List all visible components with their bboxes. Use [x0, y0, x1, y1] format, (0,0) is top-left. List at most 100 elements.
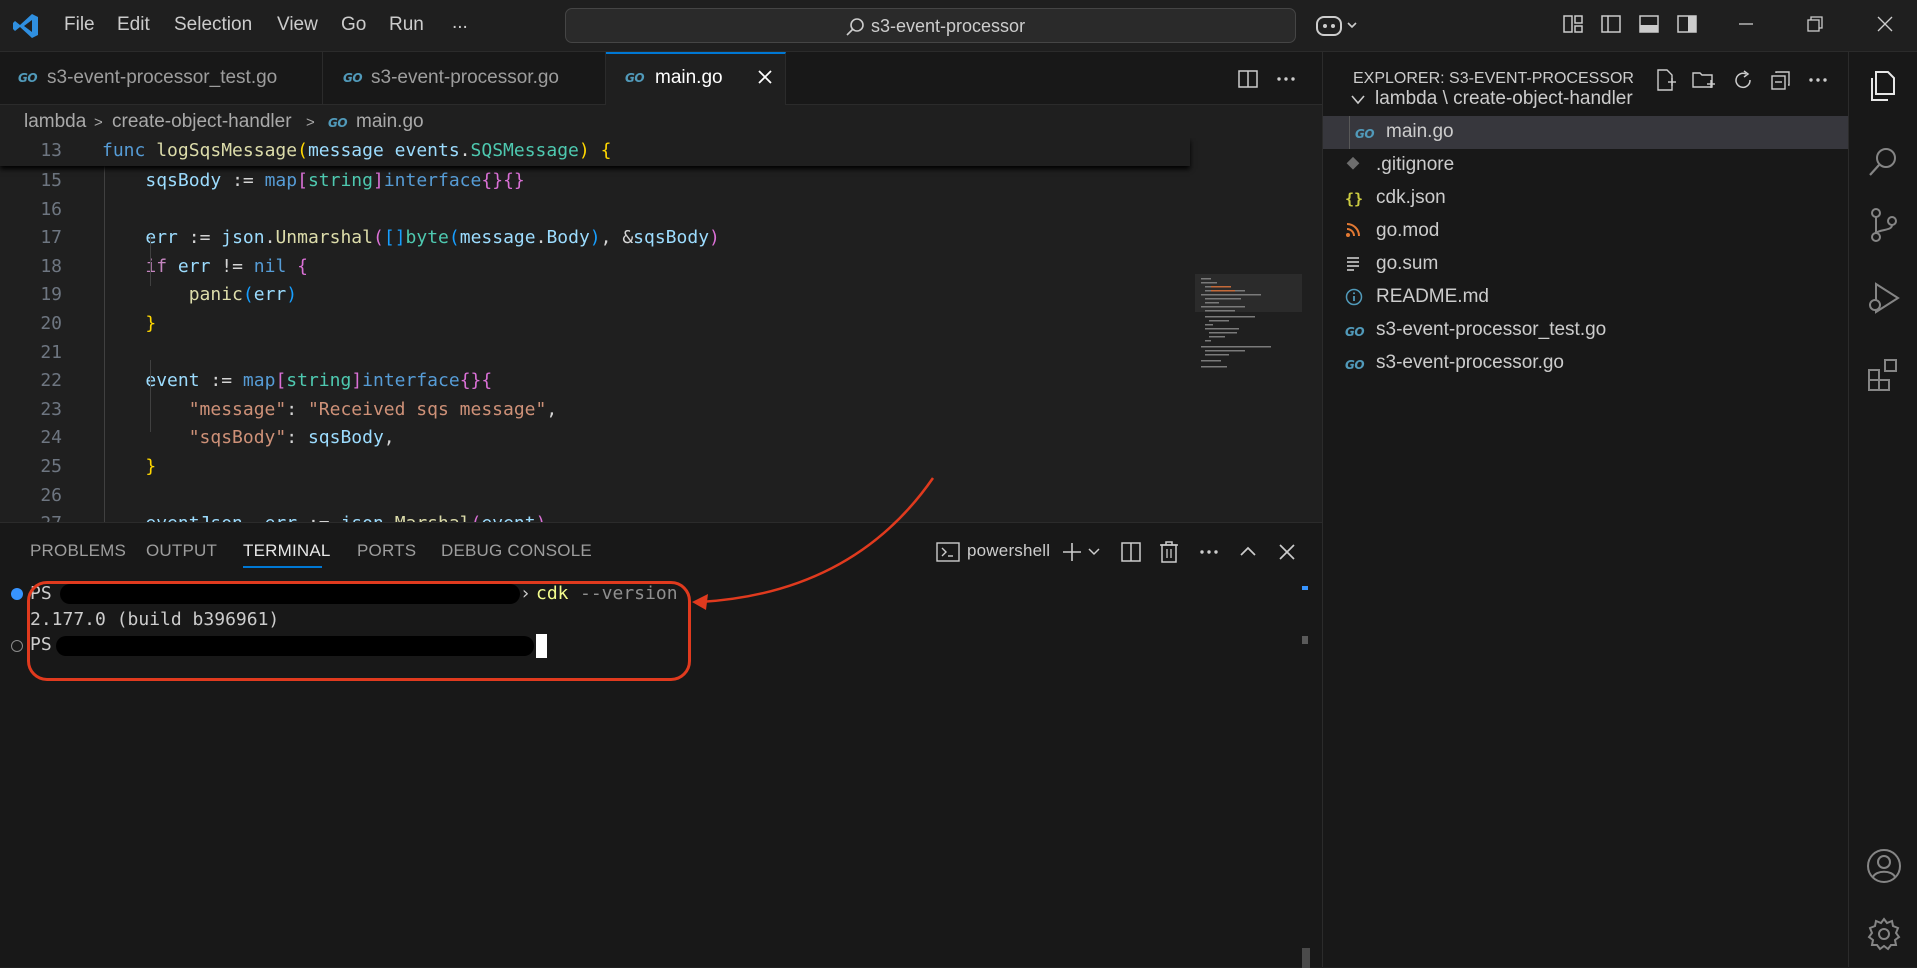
file-label: go.mod	[1376, 220, 1440, 241]
tab-s3-event-processor[interactable]: GO s3-event-processor.go	[323, 52, 606, 105]
chevron-right-icon: >	[94, 114, 103, 131]
code-line[interactable]: 15 sqsBody := map[string]interface{}{}	[0, 170, 1190, 198]
rss-icon	[1345, 222, 1361, 238]
breadcrumb-create-object-handler[interactable]: create-object-handler	[112, 111, 292, 133]
line-number: 27	[0, 513, 62, 522]
go-file-icon: GO	[18, 71, 38, 85]
menu-run[interactable]: Run	[389, 14, 424, 36]
code-text: panic(err)	[188, 284, 298, 306]
file-item[interactable]: go.mod	[1323, 215, 1849, 248]
restore-icon[interactable]	[1803, 12, 1831, 40]
panel-tab-terminal[interactable]: TERMINAL	[243, 541, 331, 561]
minimap[interactable]	[1195, 274, 1302, 374]
file-label: main.go	[1386, 121, 1454, 142]
more-actions-icon[interactable]	[1197, 541, 1221, 563]
panel-tab-output[interactable]: OUTPUT	[146, 541, 217, 561]
chevron-down-icon[interactable]	[1087, 545, 1101, 559]
file-item[interactable]: GO s3-event-processor_test.go	[1323, 314, 1849, 347]
menu-more[interactable]: ...	[452, 12, 468, 34]
code-line[interactable]: 22 event := map[string]interface{}{	[0, 370, 1190, 398]
vscode-logo-icon	[12, 12, 40, 40]
code-line[interactable]: 16	[0, 199, 1190, 227]
line-number: 21	[40, 341, 62, 363]
new-terminal-icon[interactable]	[1060, 540, 1084, 564]
json-icon: {}	[1345, 190, 1364, 208]
line-number: 20	[40, 313, 62, 334]
file-label: s3-event-processor.go	[1376, 352, 1564, 373]
toggle-panel-icon[interactable]	[1637, 12, 1665, 40]
maximize-panel-icon[interactable]	[1238, 542, 1258, 562]
folder-lambda-create-object-handler[interactable]: lambda \ create-object-handler	[1323, 83, 1849, 116]
menu-edit[interactable]: Edit	[117, 14, 150, 36]
code-line[interactable]: 17 err := json.Unmarshal([]byte(message.…	[0, 227, 1190, 255]
accounts-icon[interactable]	[1866, 848, 1902, 884]
line-number: 19	[40, 284, 62, 306]
manage-gear-icon[interactable]	[1866, 916, 1902, 952]
code-line[interactable]: 20 }	[0, 313, 1190, 341]
file-item[interactable]: README.md	[1323, 281, 1849, 314]
code-text: sqsBody := map[string]interface{}{}	[145, 170, 525, 191]
code-text: if err != nil {	[145, 255, 308, 277]
toggle-primary-sidebar-icon[interactable]	[1599, 12, 1627, 40]
tab-main-go[interactable]: GO main.go	[606, 52, 786, 105]
code-line[interactable]: 19 panic(err)	[0, 284, 1190, 312]
go-file-icon: GO	[343, 71, 363, 85]
code-line[interactable]: 21	[0, 342, 1190, 370]
code-line[interactable]: 18 if err != nil {	[0, 256, 1190, 284]
editor-tab-bar: GO s3-event-processor_test.go GO s3-even…	[0, 52, 1322, 105]
menu-view[interactable]: View	[277, 14, 318, 36]
close-tab-icon[interactable]	[756, 68, 774, 86]
explorer-icon[interactable]	[1866, 68, 1902, 104]
customize-layout-icon[interactable]	[1561, 12, 1589, 40]
split-editor-icon[interactable]	[1236, 67, 1260, 91]
file-item[interactable]: .gitignore	[1323, 149, 1849, 182]
code-line[interactable]: 25 }	[0, 456, 1190, 484]
breadcrumb: lambda > create-object-handler > GO main…	[0, 105, 1322, 138]
extensions-icon[interactable]	[1866, 356, 1902, 392]
menu-go[interactable]: Go	[341, 14, 366, 36]
close-window-icon[interactable]	[1873, 12, 1901, 40]
run-and-debug-icon[interactable]	[1866, 280, 1902, 316]
go-file-icon: GO	[625, 71, 645, 85]
line-number: 26	[40, 484, 62, 506]
search-text: s3-event-processor	[871, 16, 1026, 36]
terminal-shell-name[interactable]: powershell	[967, 541, 1050, 561]
menu-file[interactable]: File	[64, 14, 95, 36]
code-editor[interactable]: 13 func logSqsMessage(message events.SQS…	[0, 138, 1322, 522]
trash-icon[interactable]	[1158, 540, 1180, 564]
source-control-icon[interactable]	[1866, 207, 1902, 243]
file-item[interactable]: go.sum	[1323, 248, 1849, 281]
line-number: 17	[40, 227, 62, 249]
breadcrumb-main-go[interactable]: main.go	[356, 111, 424, 133]
file-label: go.sum	[1376, 253, 1439, 274]
line-number: 18	[40, 255, 62, 277]
code-line[interactable]: 27 eventJson, err := json.Marshal(event)	[0, 513, 1190, 522]
split-terminal-icon[interactable]	[1120, 541, 1142, 563]
file-label: cdk.json	[1376, 187, 1446, 208]
code-line[interactable]: 26	[0, 485, 1190, 513]
active-tab-indicator	[243, 566, 322, 568]
minimize-icon[interactable]	[1734, 12, 1762, 40]
file-item[interactable]: GO main.go	[1323, 116, 1849, 149]
code-text: eventJson, err := json.Marshal(event)	[102, 513, 546, 522]
sticky-scroll-line[interactable]: 13 func logSqsMessage(message events.SQS…	[0, 138, 1190, 166]
go-file-icon: GO	[328, 116, 348, 130]
file-item[interactable]: GO s3-event-processor.go	[1323, 347, 1849, 380]
more-actions-icon[interactable]	[1274, 67, 1298, 91]
toggle-secondary-sidebar-icon[interactable]	[1675, 12, 1703, 40]
panel-tab-ports[interactable]: PORTS	[357, 541, 416, 561]
panel-tab-problems[interactable]: PROBLEMS	[30, 541, 126, 561]
file-item[interactable]: {} cdk.json	[1323, 182, 1849, 215]
panel-tab-debug-console[interactable]: DEBUG CONSOLE	[441, 541, 592, 561]
close-panel-icon[interactable]	[1277, 542, 1297, 562]
tab-s3-event-processor-test[interactable]: GO s3-event-processor_test.go	[0, 52, 323, 105]
menu-selection[interactable]: Selection	[174, 14, 252, 36]
line-number: 24	[40, 427, 62, 449]
breadcrumb-lambda[interactable]: lambda	[24, 111, 86, 133]
terminal-scrollbar[interactable]	[1302, 586, 1310, 968]
code-line[interactable]: 23 "message": "Received sqs message",	[0, 399, 1190, 427]
search-icon[interactable]	[1866, 144, 1902, 180]
command-center-search[interactable]: s3-event-processor	[565, 8, 1296, 43]
copilot-icon[interactable]	[1316, 13, 1360, 39]
code-line[interactable]: 24 "sqsBody": sqsBody,	[0, 427, 1190, 455]
